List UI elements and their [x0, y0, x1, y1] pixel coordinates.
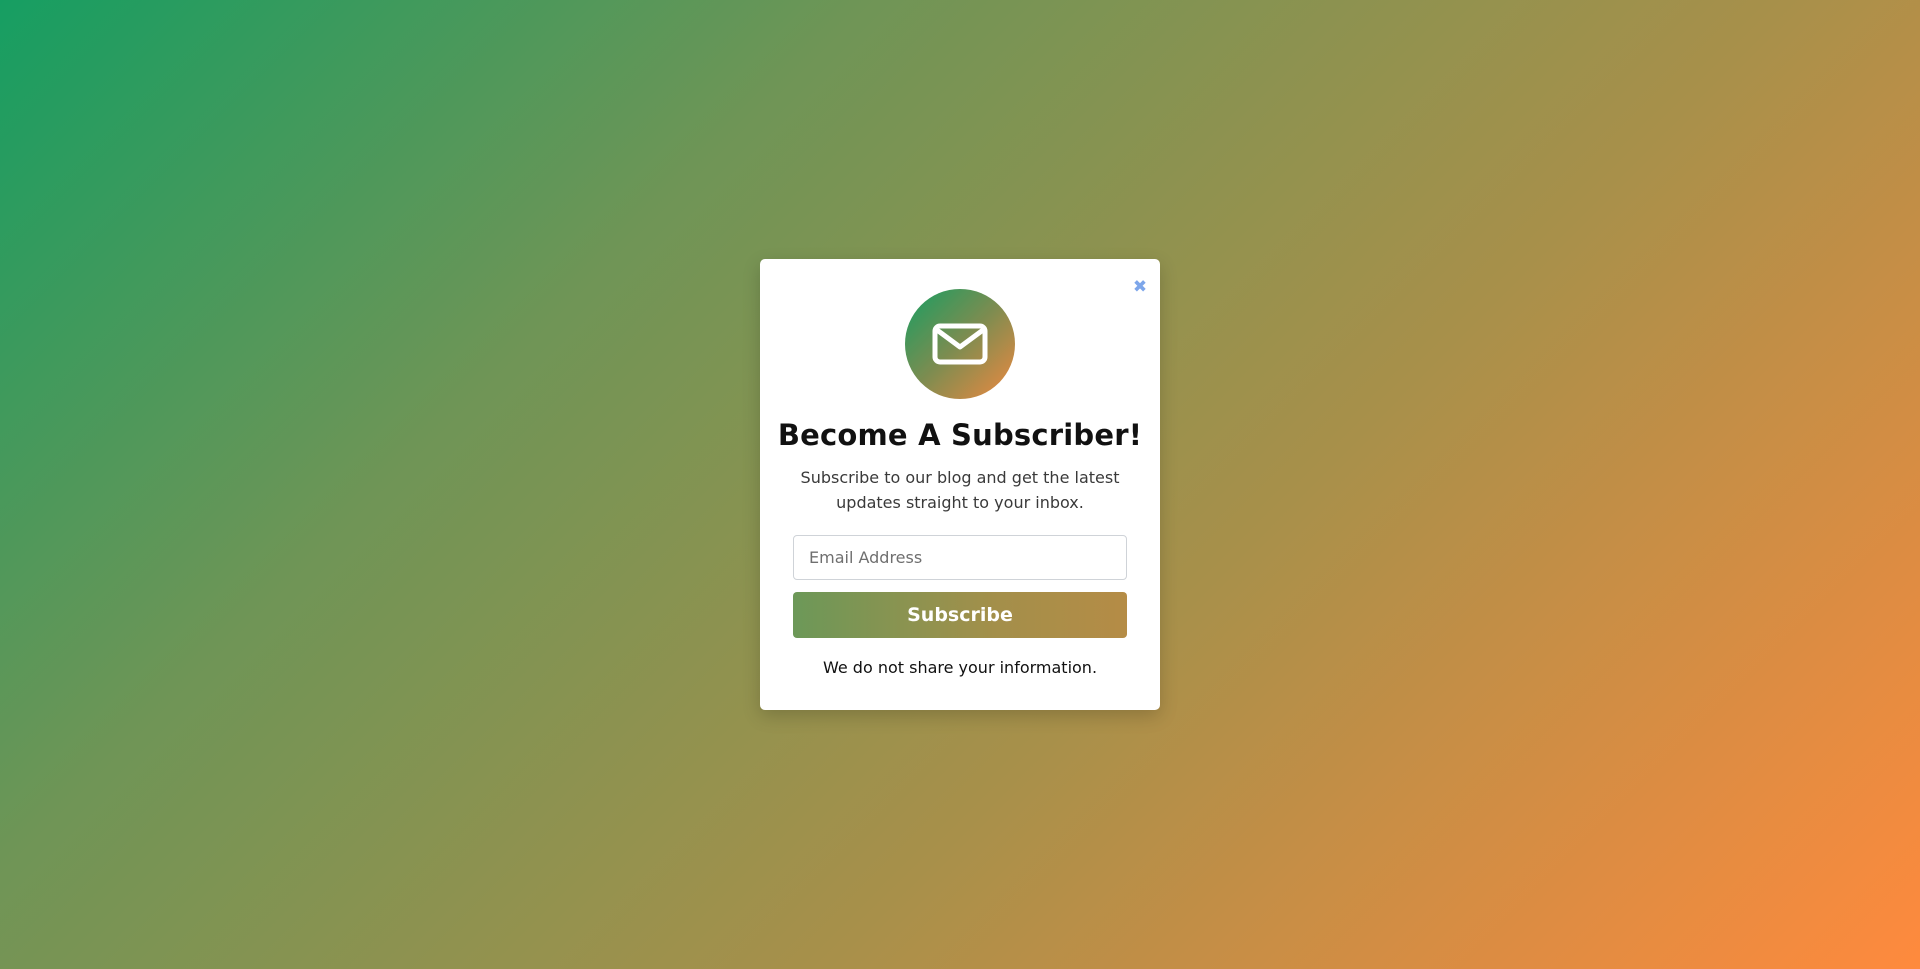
- modal-subtitle: Subscribe to our blog and get the latest…: [800, 468, 1120, 512]
- close-icon[interactable]: ✖: [1129, 276, 1151, 298]
- subscribe-button[interactable]: Subscribe: [793, 592, 1127, 638]
- envelope-icon: [932, 323, 988, 365]
- envelope-icon-circle: [905, 289, 1015, 399]
- modal-title: Become A Subscriber!: [777, 418, 1143, 452]
- email-input[interactable]: [793, 535, 1127, 580]
- subscribe-modal: ✖ Become A Subscriber! Subscribe to our …: [760, 259, 1160, 710]
- privacy-note: We do not share your information.: [822, 658, 1098, 677]
